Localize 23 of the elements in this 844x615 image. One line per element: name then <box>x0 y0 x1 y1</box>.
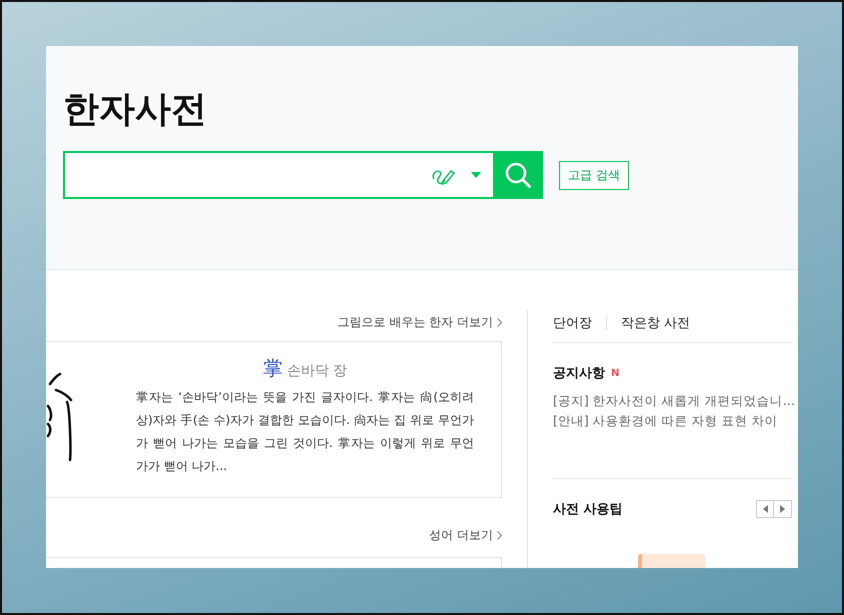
notice-item[interactable]: [공지] 한자사전이 새롭게 개편되었습니… <box>553 391 792 411</box>
chevron-right-icon[interactable] <box>497 318 502 326</box>
next-button[interactable] <box>774 500 792 518</box>
hanja-character[interactable]: 掌 <box>262 356 283 380</box>
hanja-reading: 손바닥 장 <box>286 363 348 379</box>
dropdown-caret-icon[interactable] <box>471 172 481 178</box>
new-label: N <box>611 368 620 378</box>
side-link[interactable]: 단어장 <box>553 314 592 332</box>
previous-button[interactable] <box>756 500 774 518</box>
search-icon <box>504 161 532 189</box>
more-link[interactable]: 그림으로 배우는 한자 더보기 <box>338 314 493 330</box>
triangle-right-icon <box>780 505 785 513</box>
search-field[interactable] <box>63 151 493 199</box>
hanja-description: 掌자는 ‘손바닥’이라는 뜻을 가진 글자이다. 掌자는 尙(오히려 상)자와 手(손 수)자가 결합한 모습이다. 尙자는 집 위로 무언가가 뻗어 나가는 모습을 그린 것이다. 掌자는 이렇게 위로 무언가가 뻗어 나가... <box>136 389 474 475</box>
notice-title: 공지사항 <box>553 365 605 382</box>
more-link[interactable]: 성어 더보기 <box>429 526 493 544</box>
page-title: 한자사전 <box>63 88 208 132</box>
notice-item[interactable]: [안내] 사용환경에 따른 자형 표현 차이 <box>553 411 792 431</box>
search-button[interactable] <box>493 151 543 199</box>
chevron-right-icon[interactable] <box>497 530 502 540</box>
side-link[interactable]: 작은창 사전 <box>621 314 690 332</box>
triangle-left-icon <box>762 505 768 513</box>
tips-title: 사전 사용팁 <box>553 501 623 518</box>
